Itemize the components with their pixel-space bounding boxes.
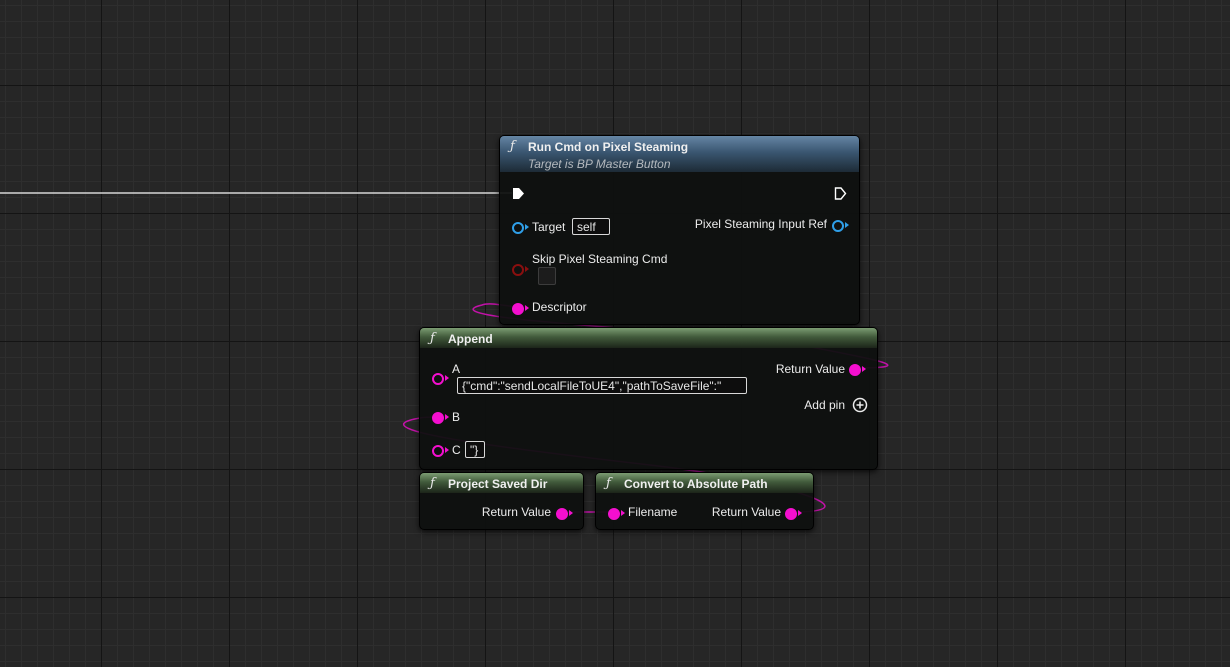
- project-saved-dir-header[interactable]: ƒ Project Saved Dir: [420, 473, 583, 493]
- run-cmd-node[interactable]: ƒ Run Cmd on Pixel Steaming Target is BP…: [499, 135, 860, 325]
- append-a-pin-icon[interactable]: [432, 373, 444, 385]
- function-icon: ƒ: [430, 476, 435, 491]
- convert-return-pin-arrow-icon: [798, 510, 802, 516]
- append-node[interactable]: ƒ Append A {"cmd":"sendLocalFileToUE4","…: [419, 327, 878, 470]
- append-b-pin-icon[interactable]: [432, 412, 444, 424]
- exec-out-pin-icon[interactable]: [834, 187, 847, 200]
- function-icon: ƒ: [430, 331, 435, 346]
- add-pin-label[interactable]: Add pin: [804, 398, 845, 412]
- function-icon: ƒ: [510, 139, 515, 154]
- append-return-pin-arrow-icon: [862, 366, 866, 372]
- filename-label: Filename: [628, 505, 678, 519]
- convert-absolute-path-node[interactable]: ƒ Convert to Absolute Path Filename Retu…: [595, 472, 814, 530]
- add-pin-plus-icon[interactable]: [852, 397, 868, 413]
- convert-return-value-pin-icon[interactable]: [785, 508, 797, 520]
- convert-absolute-path-header[interactable]: ƒ Convert to Absolute Path: [596, 473, 813, 493]
- append-b-label: B: [452, 410, 461, 424]
- append-return-value-pin-icon[interactable]: [849, 364, 861, 376]
- project-saved-dir-return-pin-icon[interactable]: [556, 508, 568, 520]
- append-c-pin-icon[interactable]: [432, 445, 444, 457]
- run-cmd-title: Run Cmd on Pixel Steaming: [528, 140, 689, 154]
- project-saved-dir-node[interactable]: ƒ Project Saved Dir Return Value: [419, 472, 584, 530]
- exec-in-pin-icon[interactable]: [512, 187, 525, 200]
- append-header[interactable]: ƒ Append: [420, 328, 877, 348]
- skip-pixel-steaming-cmd-label: Skip Pixel Steaming Cmd: [532, 252, 668, 266]
- descriptor-pin-arrow-icon: [525, 305, 529, 311]
- skip-pixel-steaming-cmd-checkbox[interactable]: [538, 267, 556, 285]
- descriptor-label: Descriptor: [532, 300, 587, 314]
- filename-pin-icon[interactable]: [608, 508, 620, 520]
- run-cmd-subtitle: Target is BP Master Button: [528, 157, 671, 171]
- pixel-steaming-input-ref-label: Pixel Steaming Input Ref: [694, 217, 827, 231]
- skip-cmd-pin-icon[interactable]: [512, 264, 524, 276]
- append-b-pin-arrow-icon: [445, 414, 449, 420]
- project-saved-dir-pin-arrow-icon: [569, 510, 573, 516]
- append-c-field[interactable]: "}: [465, 441, 485, 458]
- convert-return-value-label: Return Value: [711, 505, 781, 519]
- skip-pin-arrow-icon: [525, 266, 529, 272]
- pixel-steaming-input-ref-pin-icon[interactable]: [832, 220, 844, 232]
- project-saved-dir-return-label: Return Value: [481, 505, 551, 519]
- append-title: Append: [448, 332, 493, 346]
- target-pin-icon[interactable]: [512, 222, 524, 234]
- target-pin-arrow-icon: [525, 224, 529, 230]
- filename-pin-arrow-icon: [621, 510, 625, 516]
- function-icon: ƒ: [606, 476, 611, 491]
- append-a-label: A: [452, 362, 461, 376]
- append-c-label: C: [452, 443, 461, 457]
- convert-absolute-path-title: Convert to Absolute Path: [624, 477, 768, 491]
- project-saved-dir-title: Project Saved Dir: [448, 477, 548, 491]
- target-self-field[interactable]: self: [572, 218, 610, 235]
- target-label: Target: [532, 220, 566, 234]
- append-a-pin-arrow-icon: [445, 375, 449, 381]
- append-c-pin-arrow-icon: [445, 447, 449, 453]
- descriptor-pin-icon[interactable]: [512, 303, 524, 315]
- run-cmd-header[interactable]: ƒ Run Cmd on Pixel Steaming Target is BP…: [500, 136, 859, 172]
- append-a-field[interactable]: {"cmd":"sendLocalFileToUE4","pathToSaveF…: [457, 377, 747, 394]
- output-pin-arrow-icon: [845, 222, 849, 228]
- append-return-value-label: Return Value: [775, 362, 845, 376]
